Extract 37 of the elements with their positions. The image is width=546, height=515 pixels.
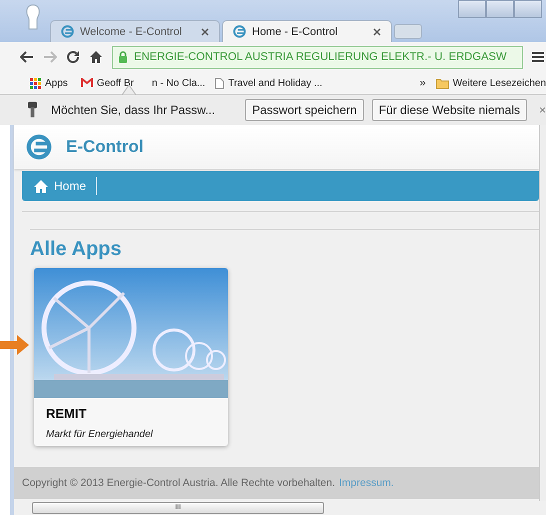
folder-icon xyxy=(436,78,449,88)
browser-tab[interactable]: Welcome - E-Control xyxy=(50,20,220,42)
close-icon[interactable] xyxy=(373,28,381,36)
menu-icon[interactable] xyxy=(532,51,544,63)
app-card[interactable]: REMIT Markt für Energiehandel xyxy=(34,268,228,446)
arrow-icon xyxy=(0,334,30,356)
page-icon xyxy=(215,78,224,88)
apps-bookmark[interactable]: Apps xyxy=(18,76,71,90)
password-button[interactable]: Passwort speichern xyxy=(245,99,364,121)
mail-m-icon xyxy=(80,78,93,88)
close-button[interactable]: × xyxy=(538,103,546,117)
reload-icon[interactable] xyxy=(66,50,80,64)
app-subtitle: Markt für Energiehandel xyxy=(46,429,154,440)
bookmark-folder[interactable]: Weitere Lesezeichen xyxy=(436,78,546,88)
e-logo-icon xyxy=(61,25,74,38)
more-bookmarks-button[interactable]: » xyxy=(420,77,426,89)
key-icon xyxy=(28,101,38,119)
home-icon[interactable] xyxy=(89,50,103,64)
bookmark[interactable]: Geoff Br n - No Cla... xyxy=(80,78,206,88)
e-logo-icon xyxy=(26,134,52,160)
e-logo-icon xyxy=(233,25,246,38)
password-prompt: Möchten Sie, dass Ihr Passw... xyxy=(51,103,216,117)
profile-icon xyxy=(24,4,42,30)
password-button[interactable]: Für diese Website niemals xyxy=(372,99,527,121)
tab-title: Home - E-Control xyxy=(252,26,339,38)
home-icon xyxy=(34,180,48,192)
lock-icon xyxy=(118,51,128,63)
back-arrow-icon[interactable] xyxy=(20,51,34,63)
browser-tab[interactable]: Home - E-Control xyxy=(222,20,392,42)
app-title: REMIT xyxy=(46,406,88,421)
close-icon[interactable] xyxy=(201,28,209,36)
apps-grid-icon xyxy=(30,78,41,88)
page-heading: Alle Apps xyxy=(30,238,122,261)
brand-name: E-Control xyxy=(66,137,144,157)
tab-title: Welcome - E-Control xyxy=(80,26,183,38)
bookmark[interactable]: Travel and Holiday ... xyxy=(215,78,322,88)
copyright-text: Copyright © 2013 Energie-Control Austria. Alle Rechte vorbehalten. xyxy=(22,477,335,489)
